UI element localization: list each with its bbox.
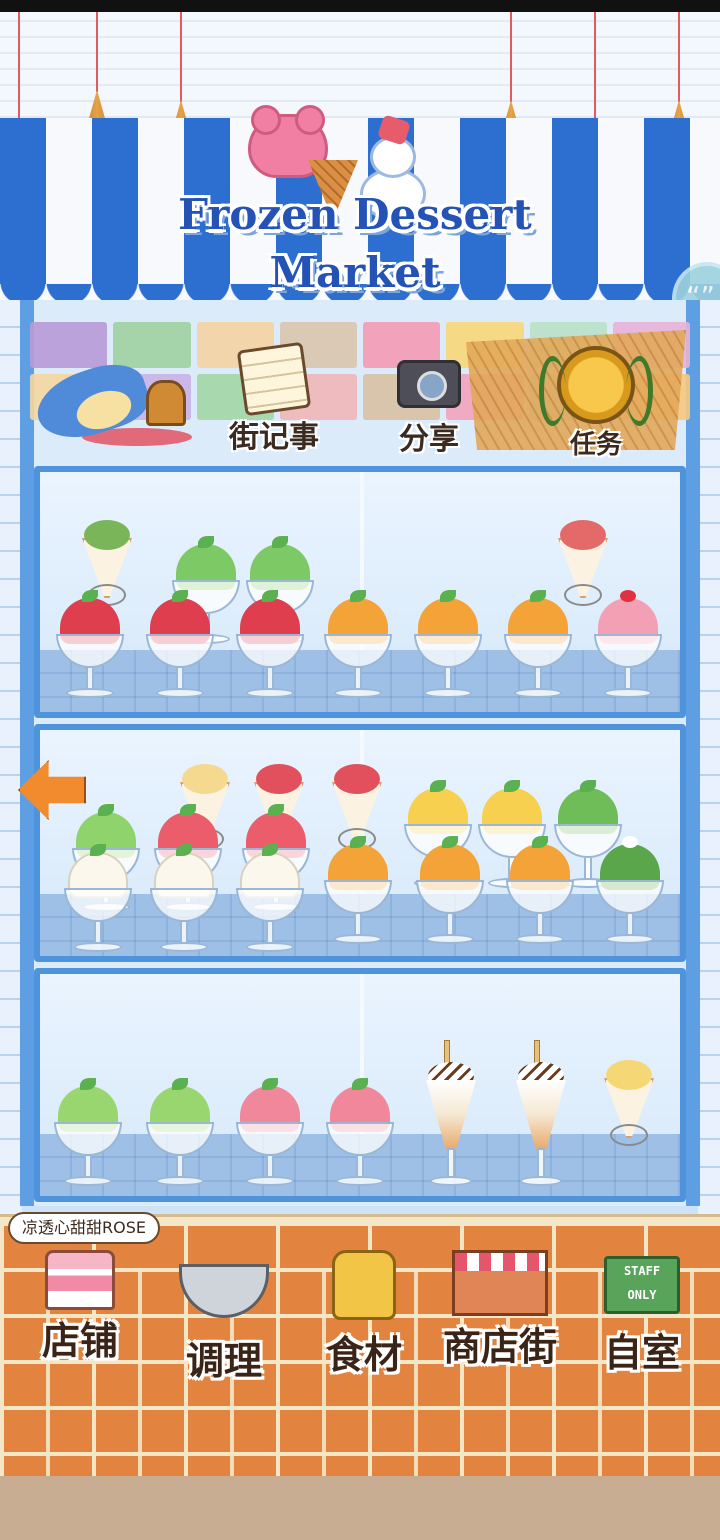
share-button[interactable]: 分享 xyxy=(384,352,474,458)
chocolate-parfait-dessert[interactable] xyxy=(510,1040,572,1190)
ingredient-bag-icon xyxy=(332,1250,396,1320)
strawberry-mousse-dessert[interactable] xyxy=(588,590,668,704)
missions-button[interactable]: 任务 xyxy=(539,346,653,461)
shop-label: 店铺 xyxy=(41,1319,118,1363)
game-logo: Frozen Dessert Market xyxy=(160,100,550,310)
notebook-icon xyxy=(236,341,312,417)
camera-icon xyxy=(397,360,461,408)
medal-icon xyxy=(539,346,653,426)
banana-crepe-dessert[interactable] xyxy=(602,1060,656,1150)
status-bar xyxy=(0,0,720,12)
cake-icon xyxy=(45,1250,115,1310)
mango-pudding-dessert[interactable] xyxy=(498,590,578,704)
floor xyxy=(0,1476,720,1540)
mango-pudding-dessert[interactable] xyxy=(318,590,398,704)
almond-tofu-dessert[interactable] xyxy=(58,844,138,958)
mango-pudding-dessert[interactable] xyxy=(410,836,490,950)
news-button[interactable]: 街记事 xyxy=(214,341,334,456)
melon-shaved-ice-dessert[interactable] xyxy=(140,1078,220,1192)
staff-only-sign-icon: STAFF ONLY xyxy=(604,1256,680,1314)
strawberry-shaved-ice-dessert[interactable] xyxy=(320,1078,400,1192)
shopping-street-label: 商店街 xyxy=(442,1325,557,1369)
bird-bell-button[interactable] xyxy=(22,350,192,450)
melon-shaved-ice-dessert[interactable] xyxy=(48,1078,128,1192)
mango-pudding-dessert[interactable] xyxy=(318,836,398,950)
case-right-trim xyxy=(698,300,720,1220)
mango-pudding-dessert[interactable] xyxy=(500,836,580,950)
cook-label: 调理 xyxy=(185,1339,262,1383)
cook-button[interactable]: 调理 xyxy=(170,1250,278,1385)
almond-tofu-dessert[interactable] xyxy=(230,844,310,958)
strawberry-jelly-dessert[interactable] xyxy=(50,590,130,704)
logo-title-line1: Frozen Dessert xyxy=(178,190,532,239)
storefront-icon xyxy=(452,1250,548,1316)
strawberry-jelly-dessert[interactable] xyxy=(230,590,310,704)
home-button[interactable]: STAFF ONLY 自室 xyxy=(590,1250,694,1377)
share-label: 分享 xyxy=(399,422,459,457)
almond-tofu-dessert[interactable] xyxy=(144,844,224,958)
matcha-jelly-dessert[interactable] xyxy=(590,836,670,950)
player-name-tag: 凉透心甜甜ROSE xyxy=(8,1212,160,1244)
mixing-bowl-icon xyxy=(179,1264,269,1318)
shop-button[interactable]: 店铺 xyxy=(28,1250,132,1365)
bell-icon xyxy=(146,380,186,426)
strawberry-shaved-ice-dessert[interactable] xyxy=(230,1078,310,1192)
ingredients-label: 食材 xyxy=(325,1333,402,1377)
missions-label: 任务 xyxy=(569,430,622,460)
strawberry-jelly-dessert[interactable] xyxy=(140,590,220,704)
news-label: 街记事 xyxy=(229,420,319,455)
game-screen: Frozen Dessert Market 街记事 分享 xyxy=(0,0,720,1540)
shopping-street-button[interactable]: 商店街 xyxy=(428,1250,572,1371)
chocolate-parfait-dessert[interactable] xyxy=(420,1040,482,1190)
ingredients-button[interactable]: 食材 xyxy=(312,1250,416,1379)
mango-pudding-dessert[interactable] xyxy=(408,590,488,704)
home-label: 自室 xyxy=(603,1331,680,1375)
logo-title-line2: Market xyxy=(269,248,441,297)
